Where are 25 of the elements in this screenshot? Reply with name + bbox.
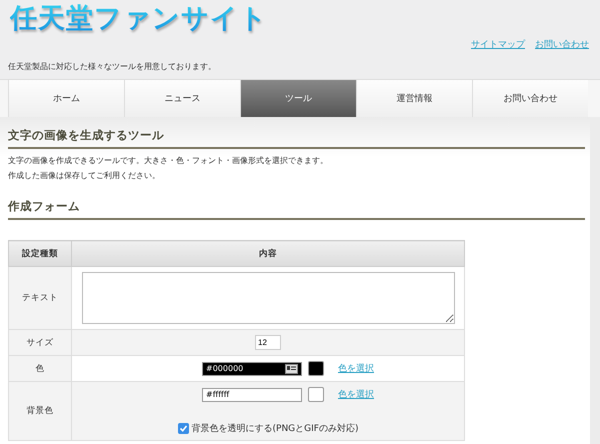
contact-card-icon[interactable]	[285, 364, 298, 374]
nav-tab[interactable]: ニュース	[124, 80, 240, 117]
site-tagline: 任天堂製品に対応した様々なツールを用意しております。	[8, 61, 216, 72]
nav-tab[interactable]: ツール	[240, 80, 356, 117]
row-label: 色	[8, 356, 72, 382]
column-header: 内容	[72, 240, 464, 266]
color-input[interactable]: #ffffff	[202, 388, 302, 402]
row-label: 背景色	[8, 382, 72, 440]
row-label: サイズ	[8, 330, 72, 356]
color-input[interactable]: #000000	[202, 362, 302, 376]
description-text: 作成した画像は保存してご利用ください。	[8, 170, 161, 182]
column-header: 設定種類	[8, 240, 72, 266]
section-heading: 文字の画像を生成するツール	[8, 125, 585, 149]
checkbox[interactable]	[178, 423, 189, 434]
checkbox-label: 背景色を透明にする(PNGとGIFのみ対応)	[192, 422, 358, 435]
section-heading: 作成フォーム	[8, 196, 585, 220]
size-input[interactable]: 12	[255, 335, 281, 350]
description-text: 文字の画像を作成できるツールです。大きさ・色・フォント・画像形式を選択できます。	[8, 155, 329, 167]
nav-tab[interactable]: ホーム	[8, 80, 124, 117]
nav-tab[interactable]: お問い合わせ	[472, 80, 588, 117]
text-input[interactable]	[82, 272, 454, 324]
color-swatch[interactable]	[308, 361, 324, 376]
color-swatch[interactable]	[308, 387, 324, 402]
nav-tab[interactable]: 運営情報	[356, 80, 472, 117]
row-label: テキスト	[8, 266, 72, 330]
